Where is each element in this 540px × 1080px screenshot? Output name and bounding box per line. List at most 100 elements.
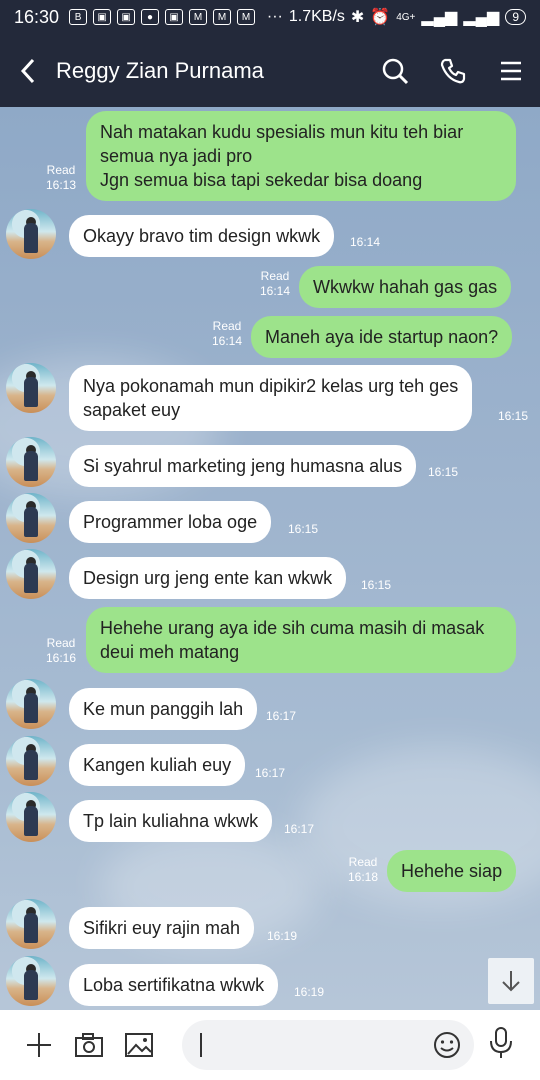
notification-b-icon: B <box>69 9 88 25</box>
plus-icon <box>27 1033 51 1057</box>
avatar[interactable] <box>6 209 56 259</box>
contact-name[interactable]: Reggy Zian Purnama <box>56 58 366 84</box>
search-button[interactable] <box>366 57 424 85</box>
message-text: Tp lain kuliahna wkwk <box>83 811 259 831</box>
message-bubble-outgoing[interactable]: Hehehe urang aya ide sih cuma masih di m… <box>86 607 516 673</box>
message-bubble-incoming[interactable]: Loba sertifikatna wkwk <box>69 964 279 1006</box>
chat-area[interactable]: Read 16:13 Nah matakan kudu spesialis mu… <box>0 107 540 1010</box>
battery-icon: 9 <box>505 9 526 25</box>
read-receipt: Read <box>46 163 76 177</box>
message-time: 16:17 <box>255 766 286 780</box>
message-time: 16:17 <box>266 709 297 723</box>
avatar[interactable] <box>6 437 56 487</box>
phone-icon <box>440 58 466 83</box>
mail-icon: M <box>237 9 256 25</box>
message-bubble-incoming[interactable]: Programmer loba oge <box>69 501 272 543</box>
message-bubble-incoming[interactable]: Kangen kuliah euy <box>69 744 246 786</box>
more-notifications-icon: ··· <box>266 8 283 25</box>
message-meta: Read 16:18 <box>346 855 380 885</box>
avatar[interactable] <box>6 956 56 1006</box>
message-time: 16:13 <box>45 178 77 192</box>
menu-icon <box>501 61 521 80</box>
message-text: Wkwkw hahah gas gas <box>313 277 498 297</box>
message-time: 16:15 <box>498 409 529 423</box>
message-text: Programmer loba oge <box>83 512 258 532</box>
notification-chat-icon: ● <box>141 9 160 25</box>
notification-app-icon: ▣ <box>117 9 136 25</box>
read-receipt: Read <box>348 855 378 869</box>
message-text: sapaket euy <box>83 400 181 420</box>
chat-header: Reggy Zian Purnama <box>0 34 540 107</box>
notification-app-icon: ▣ <box>165 9 184 25</box>
gallery-button[interactable] <box>114 1032 164 1058</box>
message-text: Loba sertifikatna wkwk <box>83 975 265 995</box>
mail-icon: M <box>213 9 232 25</box>
signal-icon: ▂▄▆ <box>463 9 500 26</box>
message-text: Sifikri euy rajin mah <box>83 918 241 938</box>
message-text: deui meh matang <box>100 642 240 662</box>
camera-button[interactable] <box>64 1032 114 1058</box>
message-text: Nah matakan kudu spesialis mun kitu teh … <box>100 122 464 142</box>
camera-icon <box>75 1033 103 1057</box>
message-bubble-outgoing[interactable]: Maneh aya ide startup naon? <box>251 316 513 358</box>
avatar[interactable] <box>6 899 56 949</box>
message-text: Design urg jeng ente kan wkwk <box>83 568 333 588</box>
back-button[interactable] <box>0 57 56 85</box>
microphone-icon <box>490 1027 512 1058</box>
attach-button[interactable] <box>14 1031 64 1059</box>
read-receipt: Read <box>46 636 76 650</box>
avatar[interactable] <box>6 792 56 842</box>
message-meta: Read 16:14 <box>210 319 244 349</box>
message-meta: Read 16:14 <box>258 269 292 299</box>
avatar[interactable] <box>6 736 56 786</box>
message-bubble-incoming[interactable]: Okayy bravo tim design wkwk <box>69 215 335 257</box>
message-text: Hehehe siap <box>401 861 503 881</box>
search-icon <box>382 58 409 84</box>
message-bubble-incoming[interactable]: Tp lain kuliahna wkwk <box>69 800 273 842</box>
message-text: Kangen kuliah euy <box>83 755 232 775</box>
message-time: 16:16 <box>45 651 77 665</box>
message-bubble-outgoing[interactable]: Hehehe siap <box>387 850 517 892</box>
message-input[interactable] <box>182 1020 474 1070</box>
back-arrow-icon <box>20 58 35 83</box>
mail-icon: M <box>189 9 208 25</box>
avatar[interactable] <box>6 363 56 413</box>
alarm-icon: ⏰ <box>370 9 391 26</box>
message-bubble-incoming[interactable]: Sifikri euy rajin mah <box>69 907 255 949</box>
message-bubble-incoming[interactable]: Nya pokonamah mun dipikir2 kelas urg teh… <box>69 365 473 431</box>
scroll-to-bottom-button[interactable] <box>488 958 534 1004</box>
message-time: 16:15 <box>428 465 459 479</box>
message-bubble-incoming[interactable]: Design urg jeng ente kan wkwk <box>69 557 347 599</box>
message-meta: Read 16:16 <box>44 636 78 666</box>
message-time: 16:15 <box>361 578 392 592</box>
message-time: 16:17 <box>284 822 315 836</box>
voice-message-button[interactable] <box>488 1026 514 1065</box>
status-time: 16:30 <box>14 6 60 27</box>
message-text: Okayy bravo tim design wkwk <box>83 226 321 246</box>
read-receipt: Read <box>212 319 242 333</box>
image-icon <box>125 1033 153 1057</box>
read-receipt: Read <box>260 269 290 283</box>
network-type: 4G+ <box>396 11 416 23</box>
message-time: 16:18 <box>347 870 379 884</box>
network-speed: 1.7KB/s <box>288 8 345 25</box>
message-time: 16:19 <box>294 985 325 999</box>
message-text: Maneh aya ide startup naon? <box>265 327 499 347</box>
text-cursor <box>200 1033 202 1057</box>
call-button[interactable] <box>424 57 482 85</box>
menu-button[interactable] <box>482 60 540 82</box>
bluetooth-icon: ✱ <box>350 9 365 26</box>
emoji-icon[interactable] <box>432 1030 462 1060</box>
avatar[interactable] <box>6 549 56 599</box>
message-text: semua nya jadi pro <box>100 146 253 166</box>
message-bubble-outgoing[interactable]: Wkwkw hahah gas gas <box>299 266 512 308</box>
message-bubble-incoming[interactable]: Si syahrul marketing jeng humasna alus <box>69 445 417 487</box>
message-text: Ke mun panggih lah <box>83 699 244 719</box>
message-text: Hehehe urang aya ide sih cuma masih di m… <box>100 618 485 638</box>
avatar[interactable] <box>6 679 56 729</box>
message-bubble-outgoing[interactable]: Nah matakan kudu spesialis mun kitu teh … <box>86 111 516 201</box>
message-time: 16:14 <box>211 334 243 348</box>
avatar[interactable] <box>6 493 56 543</box>
message-meta: Read 16:13 <box>44 163 78 193</box>
message-bubble-incoming[interactable]: Ke mun panggih lah <box>69 688 258 730</box>
